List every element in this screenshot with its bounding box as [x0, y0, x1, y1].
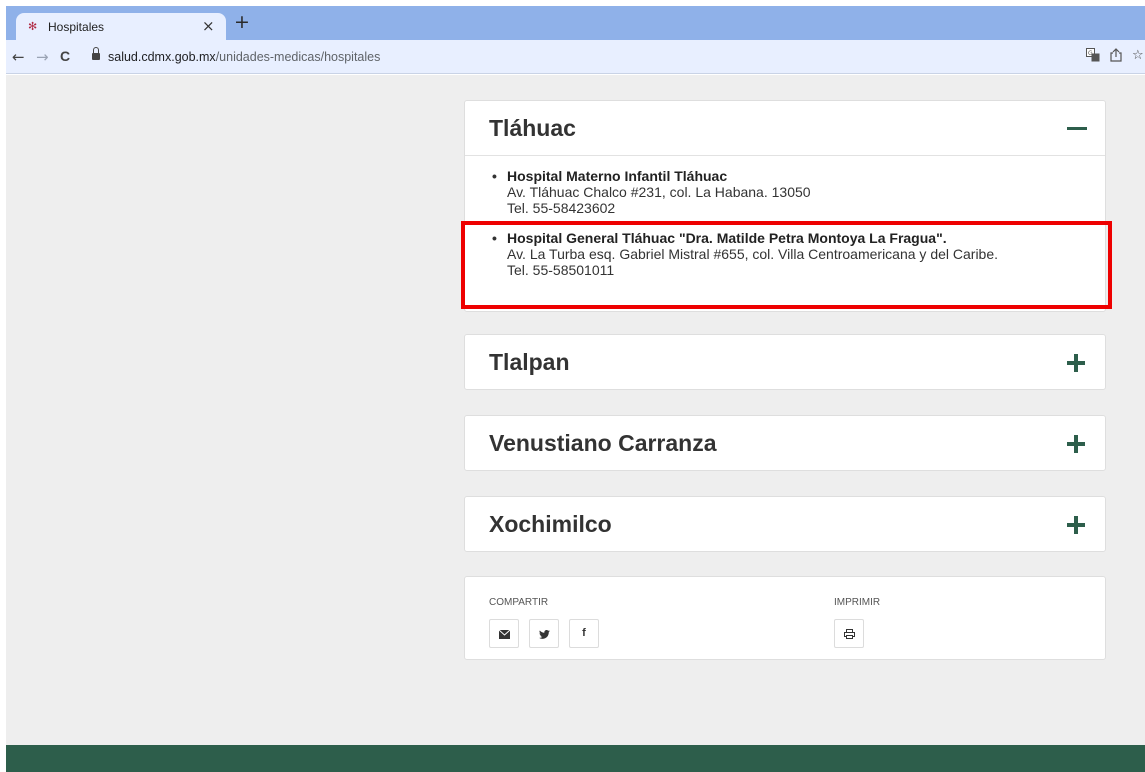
- share-label: COMPARTIR: [489, 597, 549, 608]
- print-button[interactable]: [834, 619, 864, 648]
- footer-bar: [6, 745, 1145, 772]
- collapse-minus-icon[interactable]: [1067, 120, 1087, 138]
- share-panel: COMPARTIR IMPRIMIR f: [464, 576, 1106, 660]
- accordion-venustiano-carranza: Venustiano Carranza: [464, 415, 1106, 471]
- accordion-xochimilco: Xochimilco: [464, 496, 1106, 552]
- new-tab-button[interactable]: +: [234, 11, 250, 33]
- accordion-title: Xochimilco: [489, 511, 612, 537]
- share-icon[interactable]: [1110, 48, 1122, 66]
- expand-plus-icon[interactable]: [1067, 516, 1085, 534]
- url-text[interactable]: salud.cdmx.gob.mx/unidades-medicas/hospi…: [108, 50, 380, 64]
- envelope-icon: [498, 629, 510, 639]
- accordion-header-venustiano-carranza[interactable]: Venustiano Carranza: [465, 416, 1105, 470]
- back-button[interactable]: ←: [12, 48, 25, 66]
- accordion-header-tlahuac[interactable]: Tláhuac: [465, 101, 1105, 155]
- url-host: salud.cdmx.gob.mx: [108, 50, 216, 64]
- hospital-name: Hospital Materno Infantil Tláhuac: [507, 168, 728, 184]
- site-favicon-icon: ✻: [28, 20, 38, 33]
- tab-title: Hospitales: [48, 20, 105, 34]
- accordion-title: Venustiano Carranza: [489, 430, 717, 456]
- accordion-tlalpan: Tlalpan: [464, 334, 1106, 390]
- browser-toolbar: ← → C salud.cdmx.gob.mx/unidades-medicas…: [6, 40, 1145, 74]
- close-tab-icon[interactable]: ×: [202, 17, 215, 35]
- tab-hospitales[interactable]: ✻ Hospitales ×: [16, 13, 226, 40]
- highlight-box: [461, 221, 1112, 309]
- expand-plus-icon[interactable]: [1067, 435, 1085, 453]
- printer-icon: [843, 629, 855, 639]
- twitter-share-button[interactable]: [529, 619, 559, 648]
- forward-button[interactable]: →: [36, 48, 49, 66]
- url-path: /unidades-medicas/hospitales: [215, 50, 381, 64]
- twitter-bird-icon: [538, 629, 550, 639]
- accordion-header-xochimilco[interactable]: Xochimilco: [465, 497, 1105, 551]
- bookmark-star-icon[interactable]: ☆: [1132, 48, 1144, 63]
- svg-text:G: G: [1088, 50, 1093, 57]
- hospital-address: Av. Tláhuac Chalco #231, col. La Habana.…: [507, 184, 811, 200]
- accordion-header-tlalpan[interactable]: Tlalpan: [465, 335, 1105, 389]
- hospital-phone: Tel. 55-58423602: [507, 200, 616, 216]
- email-share-button[interactable]: [489, 619, 519, 648]
- expand-plus-icon[interactable]: [1067, 354, 1085, 372]
- accordion-title: Tlalpan: [489, 349, 570, 375]
- address-bar[interactable]: salud.cdmx.gob.mx/unidades-medicas/hospi…: [88, 44, 1088, 70]
- reload-button[interactable]: C: [60, 48, 70, 64]
- translate-icon[interactable]: G: [1086, 48, 1100, 66]
- hospital-item: • Hospital Materno Infantil Tláhuac Av. …: [465, 168, 1105, 216]
- print-label: IMPRIMIR: [834, 597, 881, 608]
- accordion-title: Tláhuac: [489, 115, 576, 141]
- tab-strip: ✻ Hospitales × +: [6, 6, 1145, 40]
- lock-icon[interactable]: [92, 47, 100, 61]
- facebook-share-button[interactable]: f: [569, 619, 599, 648]
